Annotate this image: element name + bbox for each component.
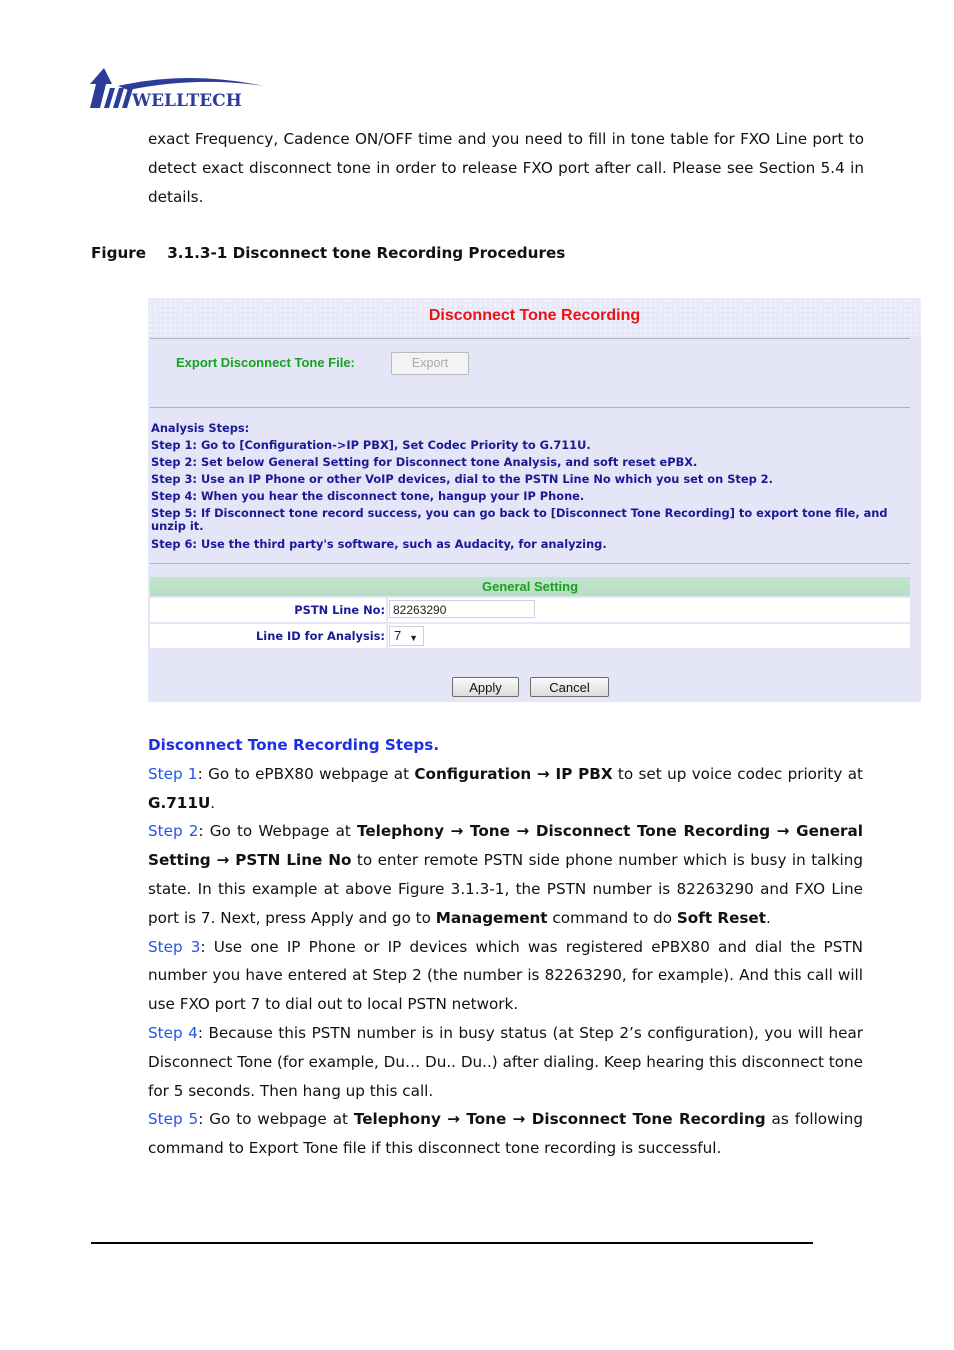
divider xyxy=(150,563,910,564)
intro-text: exact Frequency, Cadence ON/OFF time and… xyxy=(148,130,864,206)
disconnect-tone-recording-panel: Disconnect Tone Recording Export Disconn… xyxy=(148,298,921,702)
analysis-step: Step 2: Set below General Setting for Di… xyxy=(151,455,698,469)
export-button[interactable]: Export xyxy=(391,352,469,375)
step-bold: G.711U xyxy=(148,793,211,812)
step-5: Step 5: Go to webpage at Telephony → Ton… xyxy=(148,1105,863,1163)
line-id-label: Line ID for Analysis: xyxy=(256,629,385,643)
analysis-step: Step 5: If Disconnect tone record succes… xyxy=(151,506,888,533)
step-text: . xyxy=(210,793,216,812)
step-text: . xyxy=(765,908,771,927)
analysis-heading: Analysis Steps: xyxy=(151,421,250,435)
step-label: Step 4 xyxy=(148,1023,198,1042)
step-label: Step 5 xyxy=(148,1110,199,1129)
step-bold: Soft Reset xyxy=(676,908,766,927)
logo-graphic: WELLTECH xyxy=(90,68,264,111)
step-text: to set up voice codec priority at xyxy=(612,764,863,783)
step-text: : Go to ePBX80 webpage at xyxy=(197,764,415,783)
analysis-step: Step 6: Use the third party's software, … xyxy=(151,537,607,551)
analysis-step: Step 1: Go to [Configuration->IP PBX], S… xyxy=(151,438,591,452)
pstn-line-row: PSTN Line No: 82263290 xyxy=(150,598,910,622)
step-text: : Because this PSTN number is in busy st… xyxy=(148,1023,863,1100)
divider xyxy=(150,407,910,408)
chevron-down-icon: ▼ xyxy=(409,633,418,643)
step-bold: Management xyxy=(435,908,548,927)
steps-heading: Disconnect Tone Recording Steps. xyxy=(148,736,440,754)
recording-steps-section: Disconnect Tone Recording Steps. Step 1:… xyxy=(148,731,863,1163)
step-1: Step 1: Go to ePBX80 webpage at Configur… xyxy=(148,760,863,818)
analysis-step: Step 4: When you hear the disconnect ton… xyxy=(151,489,585,503)
welltech-logo: WELLTECH xyxy=(88,66,266,112)
analysis-steps: Analysis Steps: Step 1: Go to [Configura… xyxy=(151,420,899,553)
figure-caption: Figure 3.1.3-1 Disconnect tone Recording… xyxy=(91,244,566,262)
step-text: : Use one IP Phone or IP devices which w… xyxy=(148,937,863,1014)
line-id-value: 7 xyxy=(394,628,402,643)
cancel-button[interactable]: Cancel xyxy=(530,677,609,697)
panel-title: Disconnect Tone Recording xyxy=(428,307,641,324)
step-label: Step 1 xyxy=(148,764,198,783)
line-id-row: Line ID for Analysis: 7 ▼ xyxy=(150,624,910,648)
pstn-line-label: PSTN Line No: xyxy=(294,603,385,617)
panel-header: Disconnect Tone Recording xyxy=(148,298,921,336)
step-2: Step 2: Go to Webpage at Telephony → Ton… xyxy=(148,817,863,932)
cell-separator xyxy=(386,598,388,622)
step-bold: Telephony → Tone → Disconnect Tone Recor… xyxy=(353,1110,766,1129)
apply-button[interactable]: Apply xyxy=(452,677,519,697)
step-label: Step 3 xyxy=(148,937,201,956)
logo-text: WELLTECH xyxy=(131,91,242,111)
step-4: Step 4: Because this PSTN number is in b… xyxy=(148,1019,863,1105)
export-label: Export Disconnect Tone File: xyxy=(176,355,355,370)
line-id-select[interactable]: 7 ▼ xyxy=(389,626,424,646)
step-3: Step 3: Use one IP Phone or IP devices w… xyxy=(148,933,863,1019)
cell-separator xyxy=(386,624,388,648)
step-text: : Go to webpage at xyxy=(198,1110,354,1129)
footer-rule xyxy=(91,1242,813,1244)
pstn-line-input[interactable]: 82263290 xyxy=(389,600,535,618)
divider xyxy=(150,338,910,339)
general-setting-heading: General Setting xyxy=(150,577,910,596)
step-bold: Configuration → IP PBX xyxy=(414,764,613,783)
step-text: command to do xyxy=(547,908,677,927)
step-text: : Go to Webpage at xyxy=(198,822,358,841)
step-label: Step 2 xyxy=(148,822,199,841)
intro-paragraph: exact Frequency, Cadence ON/OFF time and… xyxy=(148,125,864,211)
analysis-step: Step 3: Use an IP Phone or other VoIP de… xyxy=(151,472,773,486)
